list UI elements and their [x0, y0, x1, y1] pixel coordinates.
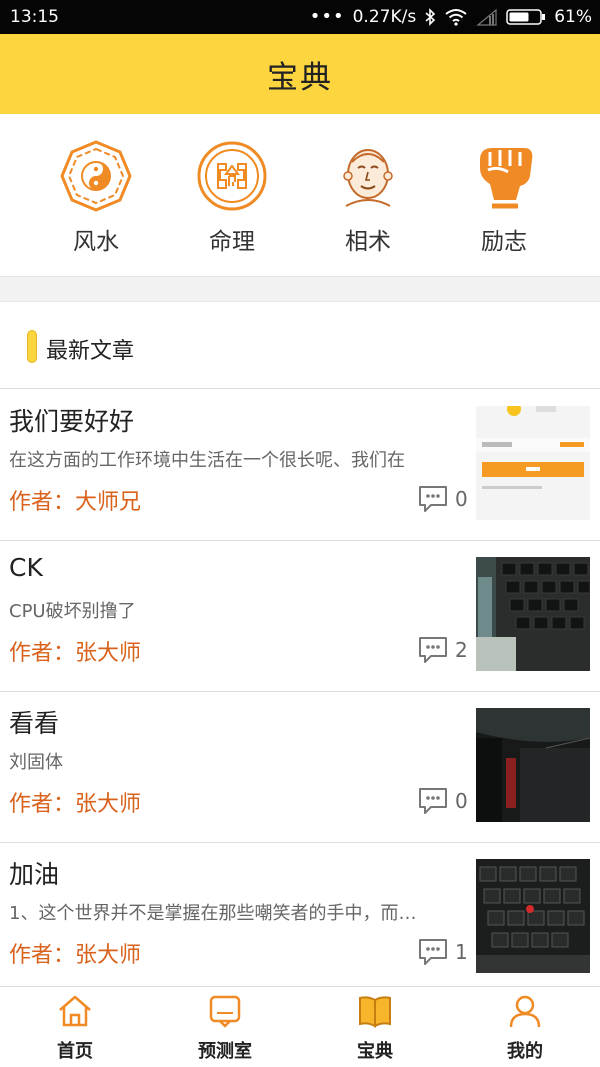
- article-description: 在这方面的工作环境中生活在一个很长呢、我们在: [9, 450, 405, 471]
- comment-icon: [419, 486, 447, 512]
- article-item[interactable]: CK CPU破坏别撸了 作者：张大师 2: [0, 541, 600, 692]
- category-grid: 风水 命理 相术 励志: [0, 114, 600, 276]
- tab-mine[interactable]: 我的: [465, 993, 585, 1063]
- comment-count[interactable]: 0: [417, 484, 468, 514]
- article-title: 我们要好好: [9, 407, 135, 436]
- comment-icon: [419, 939, 447, 965]
- tab-label: 我的: [507, 1041, 543, 1062]
- tab-label: 首页: [57, 1041, 93, 1062]
- signal-icon: [476, 8, 498, 26]
- article-thumbnail: [476, 859, 590, 973]
- tab-prediction[interactable]: 预测室: [165, 993, 285, 1063]
- article-thumbnail: [476, 708, 590, 822]
- article-description: 1、这个世界并不是掌握在那些嘲笑者的手中，而…: [9, 903, 417, 924]
- article-author: 作者：张大师: [9, 792, 142, 817]
- more-dots-icon: •••: [309, 6, 345, 27]
- status-time: 13:15: [10, 7, 59, 27]
- latest-articles-header: 最新文章: [0, 303, 600, 389]
- article-thumbnail: [476, 406, 590, 520]
- comment-icon: [419, 788, 447, 814]
- article-title: 加油: [9, 860, 60, 889]
- bagua-icon: [60, 140, 132, 212]
- status-right: ••• 0.27K/s 61%: [310, 6, 592, 27]
- category-fengshui[interactable]: 风水: [36, 140, 156, 256]
- battery-icon: [506, 8, 546, 26]
- category-label: 风水: [73, 229, 119, 255]
- comment-count[interactable]: 1: [417, 937, 468, 967]
- category-mingli[interactable]: 命理: [172, 140, 292, 256]
- tab-home[interactable]: 首页: [15, 993, 135, 1063]
- section-title: 最新文章: [46, 339, 135, 364]
- user-icon: [509, 995, 541, 1028]
- category-xiangshu[interactable]: 相术: [308, 140, 428, 256]
- battery-percent: 61%: [554, 6, 592, 27]
- article-author: 作者：张大师: [9, 641, 142, 666]
- comment-count[interactable]: 2: [417, 635, 468, 665]
- comment-count[interactable]: 0: [417, 786, 468, 816]
- article-author: 作者：大师兄: [9, 490, 142, 515]
- book-icon: [359, 996, 391, 1028]
- tab-label: 宝典: [357, 1041, 393, 1062]
- network-speed: 0.27K/s: [352, 6, 417, 27]
- category-label: 相术: [345, 229, 391, 255]
- article-description: CPU破坏别撸了: [9, 601, 136, 622]
- comment-count-value: 0: [455, 789, 468, 813]
- category-label: 命理: [209, 229, 255, 255]
- tab-baodian[interactable]: 宝典: [315, 993, 435, 1063]
- page-title: 宝典: [267, 59, 333, 96]
- comment-count-value: 2: [455, 638, 468, 662]
- fate-seal-icon: [196, 140, 268, 212]
- category-label: 励志: [481, 229, 527, 255]
- section-marker: [27, 330, 37, 363]
- article-title: CK: [9, 553, 43, 582]
- article-thumbnail: [476, 557, 590, 671]
- face-reading-icon: [332, 140, 404, 212]
- home-icon: [59, 995, 91, 1027]
- comment-count-value: 0: [455, 487, 468, 511]
- wifi-icon: [444, 8, 468, 26]
- article-item[interactable]: 我们要好好 在这方面的工作环境中生活在一个很长呢、我们在 作者：大师兄 0: [0, 390, 600, 541]
- article-item[interactable]: 加油 1、这个世界并不是掌握在那些嘲笑者的手中，而… 作者：张大师 1: [0, 843, 600, 994]
- tab-label: 预测室: [198, 1041, 252, 1062]
- category-lizhi[interactable]: 励志: [444, 140, 564, 256]
- article-title: 看看: [9, 709, 60, 738]
- chat-icon: [209, 995, 241, 1028]
- article-item[interactable]: 看看 刘固体 作者：张大师 0: [0, 692, 600, 843]
- article-description: 刘固体: [9, 752, 63, 773]
- status-bar: 13:15 ••• 0.27K/s 61%: [0, 0, 600, 34]
- app-header: 宝典: [0, 34, 600, 114]
- section-divider: [0, 276, 600, 302]
- bottom-tab-bar: 首页 预测室 宝典 我的: [0, 986, 600, 1067]
- fist-icon: [468, 140, 540, 212]
- bluetooth-icon: [424, 7, 436, 26]
- article-author: 作者：张大师: [9, 943, 142, 968]
- comment-count-value: 1: [455, 940, 468, 964]
- comment-icon: [419, 637, 447, 663]
